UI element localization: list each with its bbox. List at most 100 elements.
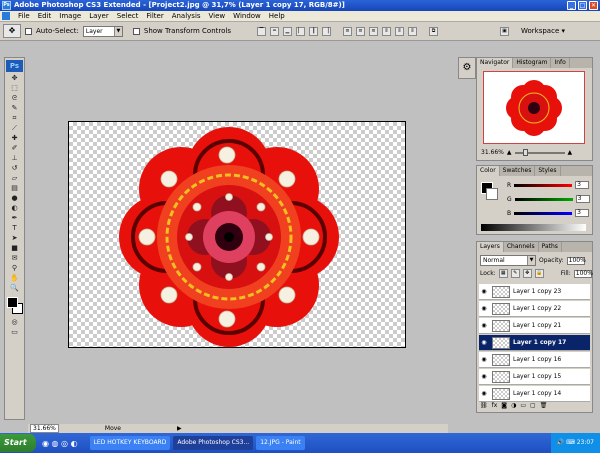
layer-style-icon[interactable]: fx <box>492 402 498 409</box>
tab-styles[interactable]: Styles <box>535 166 561 176</box>
blur-tool-icon[interactable]: ● <box>6 194 23 203</box>
menu-filter[interactable]: Filter <box>142 12 167 20</box>
adjustment-layer-icon[interactable]: ◑ <box>511 402 516 409</box>
eye-icon[interactable]: ◉ <box>479 356 489 363</box>
layer-row[interactable]: ◉ Layer 1 copy 14 <box>479 386 590 402</box>
align-left-icon[interactable]: ▏ <box>295 26 305 36</box>
distribute-bottom-icon[interactable]: ≡ <box>368 26 378 36</box>
red-value-field[interactable]: 3 <box>575 181 590 189</box>
dodge-tool-icon[interactable]: ◐ <box>6 204 23 213</box>
stamp-tool-icon[interactable]: ⊥ <box>6 154 23 163</box>
align-center-icon[interactable]: ║ <box>308 26 318 36</box>
green-slider[interactable] <box>514 197 573 201</box>
lock-position-icon[interactable]: ✥ <box>522 269 532 278</box>
move-tool-icon[interactable]: ✥ <box>6 74 23 83</box>
tab-paths[interactable]: Paths <box>539 242 562 252</box>
distribute-center-icon[interactable]: ⦀ <box>394 26 404 36</box>
menu-window[interactable]: Window <box>229 12 265 20</box>
blue-value-field[interactable]: 3 <box>575 209 590 217</box>
blend-mode-dropdown[interactable]: Normal ▼ <box>480 255 536 266</box>
pen-tool-icon[interactable]: ✒ <box>6 214 23 223</box>
history-brush-icon[interactable]: ↺ <box>6 164 23 173</box>
path-select-tool-icon[interactable]: ➤ <box>6 234 23 243</box>
eye-icon[interactable]: ◉ <box>479 373 489 380</box>
lock-transparency-icon[interactable]: ▦ <box>498 269 508 278</box>
color-ramp[interactable] <box>481 224 586 231</box>
healing-brush-icon[interactable]: ✚ <box>6 134 23 143</box>
menu-view[interactable]: View <box>205 12 230 20</box>
zoom-out-icon[interactable]: ▲ <box>507 149 512 156</box>
delete-layer-icon[interactable]: 🗑 <box>540 402 548 409</box>
tab-navigator[interactable]: Navigator <box>477 58 514 68</box>
eye-icon[interactable]: ◉ <box>479 339 489 346</box>
quicklaunch-icon[interactable]: ◉ ◍ ◎ ◐ <box>42 439 78 448</box>
distribute-right-icon[interactable]: ⦀ <box>407 26 417 36</box>
zoom-tool-icon[interactable]: 🔍 <box>6 284 23 293</box>
eraser-tool-icon[interactable]: ▱ <box>6 174 23 183</box>
eye-icon[interactable]: ◉ <box>479 390 489 397</box>
align-top-icon[interactable]: ▔ <box>256 26 266 36</box>
layer-row[interactable]: ◉ Layer 1 copy 16 <box>479 352 590 368</box>
align-middle-icon[interactable]: ═ <box>269 26 279 36</box>
tab-info[interactable]: Info <box>551 58 570 68</box>
color-bg-swatch[interactable] <box>486 188 498 200</box>
tab-layers[interactable]: Layers <box>477 242 504 252</box>
red-slider[interactable] <box>514 183 573 187</box>
workspace-button[interactable]: Workspace ▾ <box>521 27 565 35</box>
transform-controls-checkbox[interactable] <box>132 27 140 35</box>
layer-mask-icon[interactable]: ◙ <box>501 402 507 409</box>
distribute-middle-icon[interactable]: ≡ <box>355 26 365 36</box>
zoom-slider[interactable] <box>514 148 565 156</box>
lasso-tool-icon[interactable]: ᘓ <box>6 94 23 103</box>
link-layers-icon[interactable]: ⛓ <box>480 402 488 409</box>
eye-icon[interactable]: ◉ <box>479 305 489 312</box>
close-button[interactable]: ✕ <box>589 1 598 10</box>
layer-row-selected[interactable]: ◉ Layer 1 copy 17 <box>479 335 590 351</box>
hand-tool-icon[interactable]: ✋ <box>6 274 23 283</box>
tab-histogram[interactable]: Histogram <box>513 58 552 68</box>
eyedropper-tool-icon[interactable]: ⚲ <box>6 264 23 273</box>
screen-mode-icon[interactable]: ▭ <box>6 328 23 337</box>
menu-analysis[interactable]: Analysis <box>168 12 205 20</box>
distribute-left-icon[interactable]: ⦀ <box>381 26 391 36</box>
minimize-button[interactable]: _ <box>567 1 576 10</box>
menu-image[interactable]: Image <box>55 12 85 20</box>
maximize-button[interactable]: □ <box>578 1 587 10</box>
align-right-icon[interactable]: ▕ <box>321 26 331 36</box>
dock-tool-icon[interactable]: ⚙ <box>459 62 475 73</box>
type-tool-icon[interactable]: T <box>6 224 23 233</box>
menu-help[interactable]: Help <box>265 12 289 20</box>
lock-all-icon[interactable]: 🔒 <box>534 269 544 278</box>
move-tool-preset-icon[interactable]: ✥ <box>3 24 21 38</box>
distribute-top-icon[interactable]: ≡ <box>342 26 352 36</box>
zoom-in-icon[interactable]: ▲ <box>568 149 573 156</box>
shape-tool-icon[interactable]: ■ <box>6 244 23 253</box>
opacity-field[interactable]: 100% <box>566 256 586 265</box>
task-paint[interactable]: 12.JPG - Paint <box>256 436 305 450</box>
blue-slider[interactable] <box>514 211 573 215</box>
navigator-zoom-value[interactable]: 31.66% <box>481 149 504 156</box>
tab-channels[interactable]: Channels <box>504 242 539 252</box>
foreground-color-swatch[interactable] <box>7 297 18 308</box>
status-arrow-icon[interactable]: ▶ <box>177 425 182 432</box>
brush-tool-icon[interactable]: ✐ <box>6 144 23 153</box>
new-group-icon[interactable]: ▭ <box>520 402 526 409</box>
task-led-hotkey[interactable]: LED HOTKEY KEYBOARD <box>89 436 171 450</box>
layer-row[interactable]: ◉ Layer 1 copy 21 <box>479 318 590 334</box>
quick-mask-icon[interactable]: ◎ <box>6 318 23 327</box>
menu-file[interactable]: File <box>14 12 34 20</box>
document-canvas[interactable] <box>68 121 406 348</box>
task-photoshop[interactable]: Adobe Photoshop CS3... <box>173 436 254 450</box>
menu-layer[interactable]: Layer <box>85 12 113 20</box>
new-layer-icon[interactable]: ▢ <box>530 402 536 409</box>
eye-icon[interactable]: ◉ <box>479 288 489 295</box>
notes-tool-icon[interactable]: ✉ <box>6 254 23 263</box>
bridge-icon[interactable]: ▣ <box>499 26 509 36</box>
align-bottom-icon[interactable]: ▁ <box>282 26 292 36</box>
fill-field[interactable]: 100% <box>573 269 593 278</box>
marquee-tool-icon[interactable]: ⬚ <box>6 84 23 93</box>
menu-select[interactable]: Select <box>113 12 143 20</box>
layer-row[interactable]: ◉ Layer 1 copy 22 <box>479 301 590 317</box>
auto-align-icon[interactable]: ⧉ <box>428 26 438 36</box>
gradient-tool-icon[interactable]: ▤ <box>6 184 23 193</box>
